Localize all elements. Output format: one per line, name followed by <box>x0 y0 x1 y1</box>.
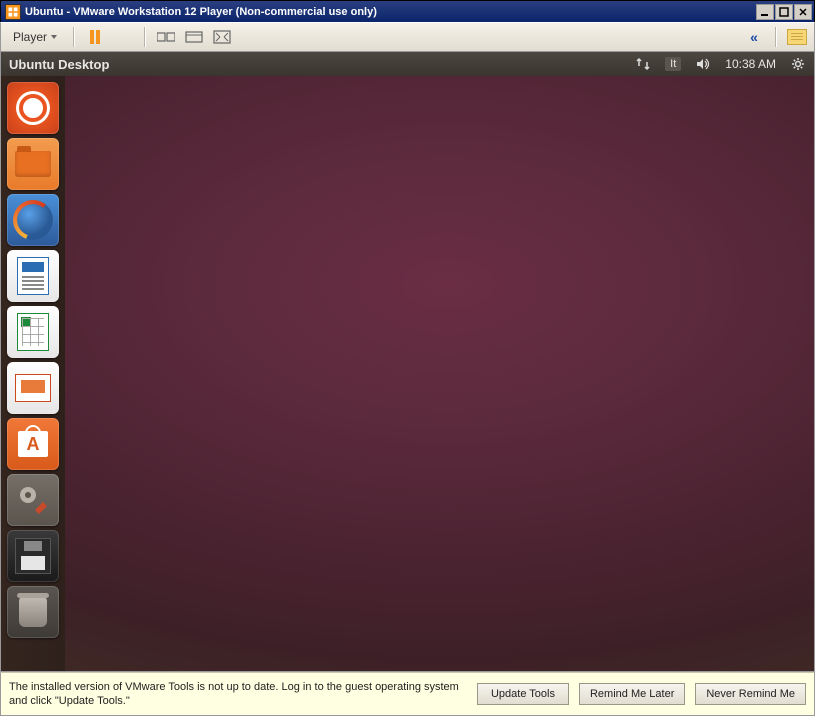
spreadsheet-icon <box>17 313 49 351</box>
launcher-impress[interactable] <box>7 362 59 414</box>
toolbar-separator <box>73 27 74 47</box>
fullscreen-button[interactable] <box>211 26 233 48</box>
player-menu[interactable]: Player <box>7 28 63 46</box>
launcher-system-settings[interactable] <box>7 474 59 526</box>
vmware-tools-notification: The installed version of VMware Tools is… <box>0 672 815 716</box>
panel-clock[interactable]: 10:38 AM <box>725 57 776 71</box>
system-gear-icon[interactable] <box>790 56 806 72</box>
remind-later-button[interactable]: Remind Me Later <box>579 683 685 705</box>
launcher-floppy-disk[interactable] <box>7 530 59 582</box>
panel-title: Ubuntu Desktop <box>9 57 109 72</box>
trash-icon <box>19 597 47 627</box>
pause-vm-button[interactable] <box>84 26 106 48</box>
close-button[interactable] <box>794 4 812 20</box>
ubuntu-desktop[interactable]: A <box>1 76 814 671</box>
player-menu-label: Player <box>13 30 47 44</box>
window-titlebar: Ubuntu - VMware Workstation 12 Player (N… <box>0 0 815 22</box>
launcher-files[interactable] <box>7 138 59 190</box>
vm-display-area: Ubuntu Desktop It 10:38 AM <box>0 52 815 672</box>
ubuntu-logo-icon <box>16 91 50 125</box>
floppy-disk-icon <box>15 538 51 574</box>
toolbar-separator <box>144 27 145 47</box>
toolbar-separator <box>775 27 776 47</box>
launcher-calc[interactable] <box>7 306 59 358</box>
send-ctrl-alt-del-button[interactable] <box>155 26 177 48</box>
unity-mode-button[interactable] <box>183 26 205 48</box>
volume-icon[interactable] <box>695 57 711 71</box>
launcher-software-center[interactable]: A <box>7 418 59 470</box>
window-title: Ubuntu - VMware Workstation 12 Player (N… <box>25 6 756 18</box>
language-indicator[interactable]: It <box>665 57 681 71</box>
shopping-bag-icon: A <box>18 431 48 457</box>
pause-icon <box>90 30 100 44</box>
caret-down-icon <box>51 35 57 39</box>
notification-message: The installed version of VMware Tools is… <box>9 680 467 709</box>
note-icon <box>787 29 807 45</box>
launcher-firefox[interactable] <box>7 194 59 246</box>
update-tools-button[interactable]: Update Tools <box>477 683 569 705</box>
power-menu-caret[interactable] <box>112 26 134 48</box>
manage-button[interactable] <box>786 26 808 48</box>
ubuntu-top-panel: Ubuntu Desktop It 10:38 AM <box>1 52 814 76</box>
folder-icon <box>15 151 51 177</box>
unity-launcher: A <box>1 76 65 671</box>
launcher-dash[interactable] <box>7 82 59 134</box>
player-toolbar: Player « <box>0 22 815 52</box>
collapse-toolbar-button[interactable]: « <box>743 26 765 48</box>
network-icon[interactable] <box>635 57 651 71</box>
never-remind-button[interactable]: Never Remind Me <box>695 683 806 705</box>
vmware-app-icon <box>5 4 21 20</box>
maximize-button[interactable] <box>775 4 793 20</box>
launcher-trash[interactable] <box>7 586 59 638</box>
document-icon <box>17 257 49 295</box>
launcher-writer[interactable] <box>7 250 59 302</box>
gear-wrench-icon <box>15 482 51 518</box>
presentation-icon <box>15 374 51 402</box>
minimize-button[interactable] <box>756 4 774 20</box>
firefox-icon <box>13 200 53 240</box>
